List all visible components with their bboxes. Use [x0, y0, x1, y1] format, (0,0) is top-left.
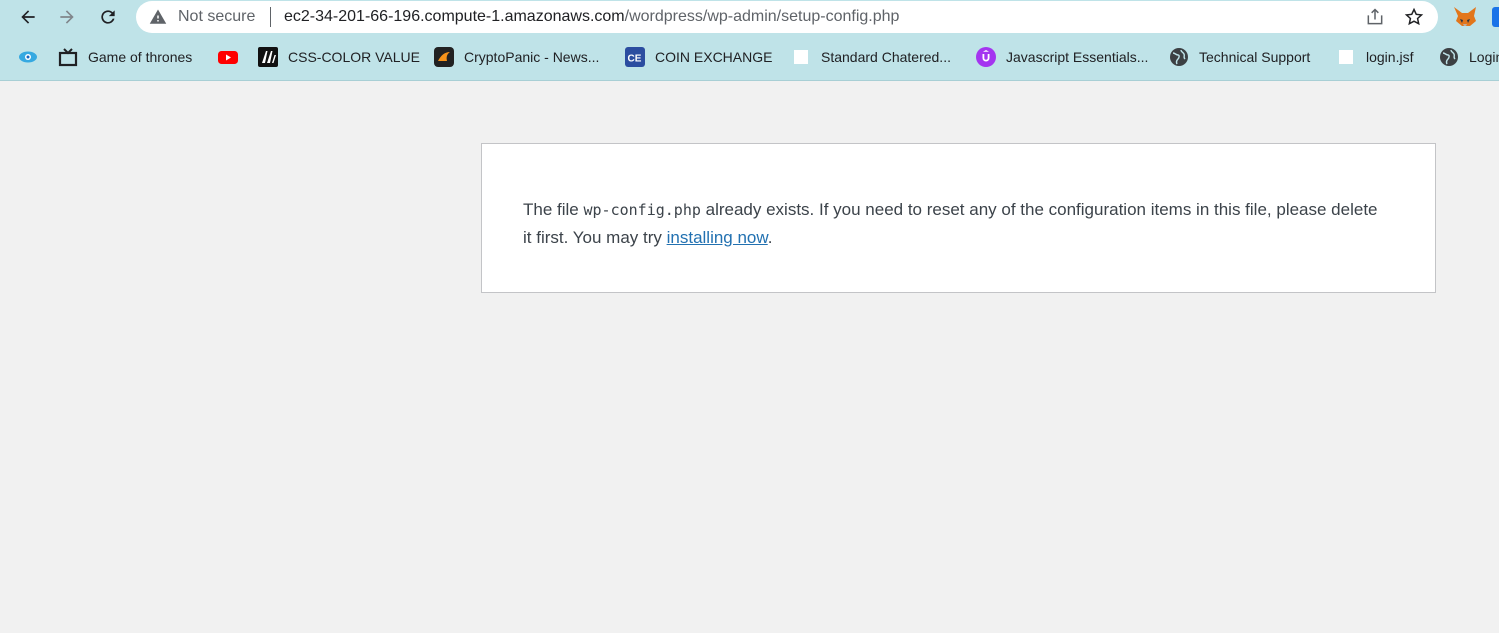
share-button[interactable] — [1364, 6, 1386, 28]
metamask-fox-icon[interactable] — [1452, 5, 1478, 29]
bookmark-star-button[interactable] — [1403, 6, 1425, 28]
bookmark-item[interactable]: CSS-COLOR VALUE — [258, 46, 420, 68]
youtube-icon — [218, 47, 238, 67]
bookmark-item[interactable]: Standard Chatered... — [791, 46, 951, 68]
arrow-left-icon — [21, 10, 35, 24]
back-button[interactable] — [14, 3, 42, 31]
blank-page-icon — [1336, 47, 1356, 67]
bookmark-label: CSS-COLOR VALUE — [288, 49, 420, 65]
warning-icon — [149, 9, 167, 24]
message-panel: The file wp-config.php already exists. I… — [481, 143, 1436, 293]
cryptopanic-icon — [434, 47, 454, 67]
m-logo-icon — [258, 47, 278, 67]
bookmark-label: login.jsf — [1366, 49, 1414, 65]
share-icon — [1367, 8, 1383, 25]
bookmark-item[interactable] — [18, 46, 48, 68]
globe-icon — [1169, 47, 1189, 67]
udemy-icon — [976, 47, 996, 67]
address-divider — [270, 7, 271, 27]
bookmark-label: CryptoPanic - News... — [464, 49, 600, 65]
address-bar[interactable]: Not secure ec2-34-201-66-196.compute-1.a… — [136, 1, 1438, 33]
browser-chrome: Not secure ec2-34-201-66-196.compute-1.a… — [0, 0, 1499, 81]
message-text-after: . — [767, 228, 773, 247]
bookmark-item[interactable]: Javascript Essentials... — [976, 46, 1148, 68]
globe-icon — [1439, 47, 1459, 67]
bookmark-label: Login — [1469, 49, 1499, 65]
message-text-before: The file — [523, 200, 584, 219]
bookmark-item[interactable]: Login — [1439, 46, 1499, 68]
blank-page-icon — [791, 47, 811, 67]
bookmark-item[interactable] — [218, 46, 248, 68]
bookmark-item[interactable]: Game of thrones — [58, 46, 192, 68]
bookmark-item[interactable]: CE COIN EXCHANGE — [625, 46, 772, 68]
url-path: /wordpress/wp-admin/setup-config.php — [624, 8, 900, 25]
bookmark-label: Game of thrones — [88, 49, 193, 65]
bookmark-label: COIN EXCHANGE — [655, 49, 773, 65]
bookmark-item[interactable]: Technical Support — [1169, 46, 1310, 68]
not-secure-label[interactable]: Not secure — [178, 8, 255, 26]
bookmark-item[interactable]: CryptoPanic - News... — [434, 46, 599, 68]
installing-now-link[interactable]: installing now — [667, 228, 768, 247]
bookmarks-bar: Game of thrones CSS-COLOR VALUE CryptoPa… — [0, 42, 1499, 72]
forward-button[interactable] — [53, 3, 81, 31]
arrow-right-icon — [60, 10, 74, 24]
wordpress-setup-page: The file wp-config.php already exists. I… — [0, 81, 1499, 633]
reload-button[interactable] — [94, 3, 122, 31]
extension-icon[interactable] — [1492, 7, 1499, 27]
config-filename: wp-config.php — [583, 201, 701, 219]
url-text[interactable]: ec2-34-201-66-196.compute-1.amazonaws.co… — [284, 8, 899, 26]
url-host: ec2-34-201-66-196.compute-1.amazonaws.co… — [284, 8, 625, 25]
bookmark-item[interactable]: login.jsf — [1336, 46, 1413, 68]
svg-text:CE: CE — [628, 54, 642, 65]
eye-icon — [18, 47, 38, 67]
tv-icon — [58, 47, 78, 67]
bookmark-label: Technical Support — [1199, 49, 1311, 65]
bookmark-label: Javascript Essentials... — [1006, 49, 1149, 65]
reload-icon — [101, 10, 115, 24]
ce-logo-icon: CE — [625, 47, 645, 67]
star-icon — [1404, 7, 1424, 26]
browser-toolbar: Not secure ec2-34-201-66-196.compute-1.a… — [0, 0, 1499, 34]
config-exists-message: The file wp-config.php already exists. I… — [523, 196, 1383, 251]
bookmark-label: Standard Chatered... — [821, 49, 951, 65]
